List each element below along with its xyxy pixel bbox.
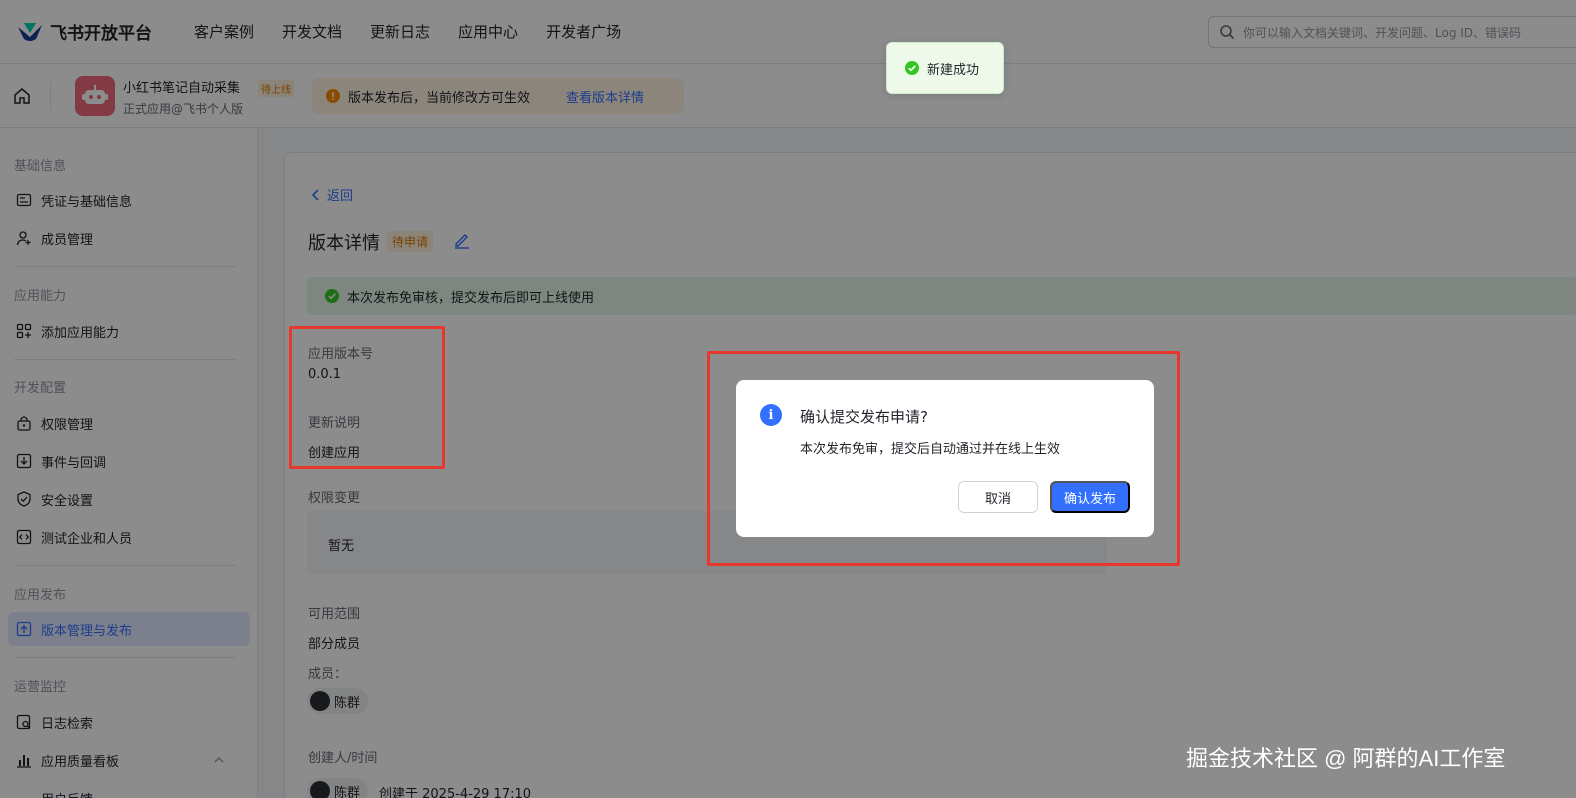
- cancel-button[interactable]: 取消: [958, 481, 1038, 513]
- watermark: 掘金技术社区 @ 阿群的AI工作室: [1186, 746, 1506, 771]
- confirm-publish-button[interactable]: 确认发布: [1050, 481, 1130, 513]
- info-icon: i: [760, 404, 782, 426]
- dialog-title: 确认提交发布申请?: [800, 408, 928, 426]
- toast-text: 新建成功: [927, 62, 980, 78]
- highlight-box-version: [289, 326, 445, 469]
- confirm-publish-dialog: i 确认提交发布申请? 本次发布免审，提交后自动通过并在线上生效 取消 确认发布: [736, 380, 1154, 537]
- success-toast: 新建成功: [886, 42, 1004, 94]
- dialog-body: 本次发布免审，提交后自动通过并在线上生效: [800, 442, 1061, 457]
- check-circle-icon: [905, 61, 919, 75]
